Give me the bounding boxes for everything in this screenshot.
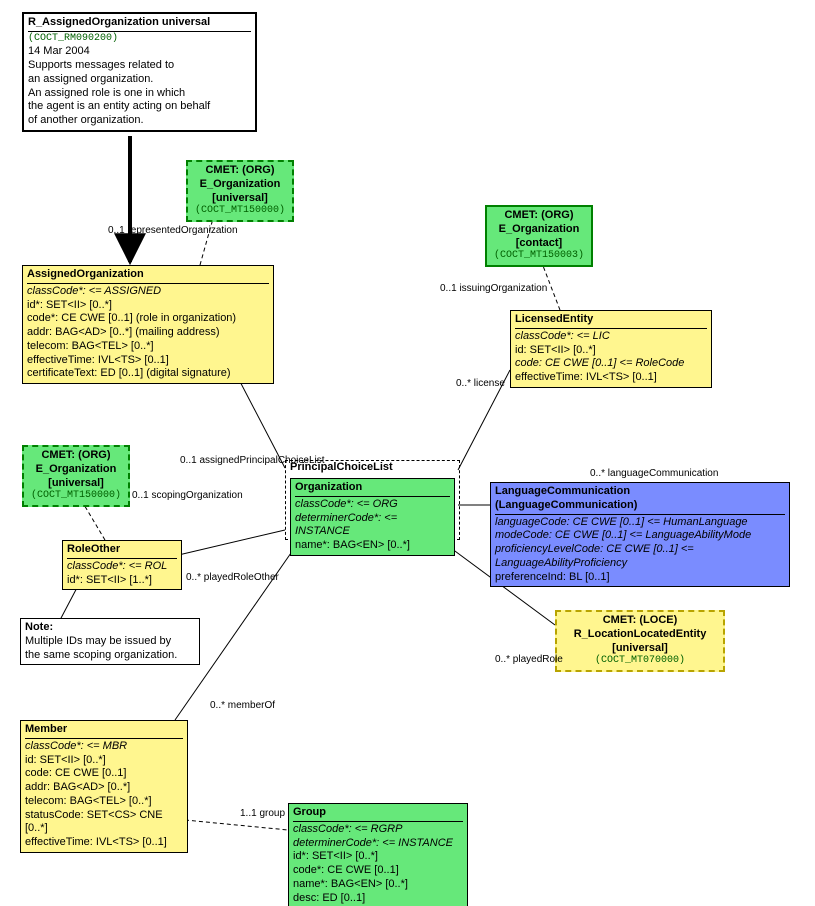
attr: languageCode: CE CWE [0..1] <= HumanLang… <box>495 516 748 528</box>
cmet-line: E_Organization <box>499 223 580 235</box>
member-title: Member <box>25 723 183 739</box>
attr: name*: BAG<EN> [0..*] <box>293 878 463 892</box>
cmet-id: (COCT_MT150003) <box>491 250 587 263</box>
cmet-eorg-universal-left: CMET: (ORG) E_Organization [universal] (… <box>22 445 130 507</box>
attr: effectiveTime: IVL<TS> [0..1] <box>27 354 269 368</box>
licensed-entity-box: LicensedEntity classCode*: <= LIC id: SE… <box>510 310 712 388</box>
entry-box: R_AssignedOrganization universal (COCT_R… <box>22 12 257 132</box>
assigned-organization-title: AssignedOrganization <box>27 268 269 284</box>
note-title: Note: <box>25 621 53 633</box>
attr: preferenceInd: BL [0..1] <box>495 571 785 585</box>
entry-title: R_AssignedOrganization universal <box>28 16 251 32</box>
assigned-organization-box: AssignedOrganization classCode*: <= ASSI… <box>22 265 274 384</box>
label-language-communication: 0..* languageCommunication <box>590 468 718 479</box>
label-license: 0..* license <box>456 378 505 389</box>
member-box: Member classCode*: <= MBR id: SET<II> [0… <box>20 720 188 853</box>
cmet-location-located-entity: CMET: (LOCE) R_LocationLocatedEntity [un… <box>555 610 725 672</box>
cmet-id: (COCT_MT070000) <box>561 655 719 668</box>
attr: determinerCode*: <= INSTANCE <box>293 837 453 849</box>
attr: effectiveTime: IVL<TS> [0..1] <box>25 836 183 850</box>
attr: id*: SET<II> [0..*] <box>27 299 269 313</box>
label-group: 1..1 group <box>240 808 285 819</box>
attr: determinerCode*: <= INSTANCE <box>295 512 397 538</box>
attr: classCode*: <= ORG <box>295 498 398 510</box>
attr: code*: CE CWE [0..1] (role in organizati… <box>27 312 269 326</box>
attr: code: CE CWE [0..1] <= RoleCode <box>515 357 684 369</box>
role-other-box: RoleOther classCode*: <= ROL id*: SET<II… <box>62 540 182 590</box>
langcomm-subtitle: (LanguageCommunication) <box>495 499 637 511</box>
entry-desc: the agent is an entity acting on behalf <box>28 100 251 114</box>
note-line: the same scoping organization. <box>25 649 195 663</box>
attr: proficiencyLevelCode: CE CWE [0..1] <= L… <box>495 543 694 569</box>
entry-desc: an assigned organization. <box>28 73 251 87</box>
cmet-line: CMET: (ORG) <box>205 164 274 176</box>
attr: classCode*: <= MBR <box>25 740 127 752</box>
attr: id: SET<II> [0..*] <box>25 754 183 768</box>
attr: name*: BAG<EN> [0..*] <box>295 539 450 553</box>
attr: addr: BAG<AD> [0..*] (mailing address) <box>27 326 269 340</box>
group-title: Group <box>293 806 463 822</box>
licensed-entity-title: LicensedEntity <box>515 313 707 329</box>
label-represented-organization: 0..1 representedOrganization <box>108 225 238 236</box>
organization-box: Organization classCode*: <= ORG determin… <box>290 478 455 556</box>
cmet-id: (COCT_MT150000) <box>28 490 124 503</box>
label-scoping-organization: 0..1 scopingOrganization <box>132 490 243 501</box>
note-line: Multiple IDs may be issued by <box>25 635 195 649</box>
entry-date: 14 Mar 2004 <box>28 45 251 59</box>
attr: id: SET<II> [0..*] <box>515 344 707 358</box>
attr: id*: SET<II> [1..*] <box>67 574 177 588</box>
organization-title: Organization <box>295 481 450 497</box>
attr: statusCode: SET<CS> CNE [0..*] <box>25 809 183 837</box>
cmet-line: [contact] <box>516 237 562 249</box>
role-other-title: RoleOther <box>67 543 177 559</box>
langcomm-title: LanguageCommunication <box>495 485 630 497</box>
entry-desc: An assigned role is one in which <box>28 87 251 101</box>
label-assigned-pcl: 0..1 assignedPrincipalChoiceList <box>180 455 325 466</box>
cmet-line: CMET: (LOCE) <box>603 614 678 626</box>
cmet-eorg-contact: CMET: (ORG) E_Organization [contact] (CO… <box>485 205 593 267</box>
attr: code*: CE CWE [0..1] <box>293 864 463 878</box>
cmet-line: E_Organization <box>200 178 281 190</box>
note-box: Note: Multiple IDs may be issued by the … <box>20 618 200 665</box>
attr: telecom: BAG<TEL> [0..*] <box>27 340 269 354</box>
attr: classCode*: <= ROL <box>67 560 167 572</box>
cmet-eorg-universal-top: CMET: (ORG) E_Organization [universal] (… <box>186 160 294 222</box>
attr: classCode*: <= RGRP <box>293 823 402 835</box>
attr: code: CE CWE [0..1] <box>25 767 183 781</box>
label-issuing-organization: 0..1 issuingOrganization <box>440 283 547 294</box>
label-played-role-other: 0..* playedRoleOther <box>186 572 279 583</box>
attr: modeCode: CE CWE [0..1] <= LanguageAbili… <box>495 529 751 541</box>
cmet-line: [universal] <box>48 477 104 489</box>
diagram-canvas: R_AssignedOrganization universal (COCT_R… <box>0 0 815 906</box>
cmet-line: CMET: (ORG) <box>504 209 573 221</box>
cmet-line: [universal] <box>612 642 668 654</box>
attr: classCode*: <= LIC <box>515 330 610 342</box>
group-box: Group classCode*: <= RGRP determinerCode… <box>288 803 468 906</box>
cmet-id: (COCT_MT150000) <box>192 205 288 218</box>
attr: addr: BAG<AD> [0..*] <box>25 781 183 795</box>
label-member-of: 0..* memberOf <box>210 700 275 711</box>
cmet-line: [universal] <box>212 192 268 204</box>
language-communication-box: LanguageCommunication (LanguageCommunica… <box>490 482 790 587</box>
attr: certificateText: ED [0..1] (digital sign… <box>27 367 269 381</box>
attr: telecom: BAG<TEL> [0..*] <box>25 795 183 809</box>
label-played-role: 0..* playedRole <box>495 654 563 665</box>
cmet-line: R_LocationLocatedEntity <box>574 628 707 640</box>
cmet-line: E_Organization <box>36 463 117 475</box>
attr: desc: ED [0..1] <box>293 892 463 906</box>
entry-desc: Supports messages related to <box>28 59 251 73</box>
attr: id*: SET<II> [0..*] <box>293 850 463 864</box>
cmet-line: CMET: (ORG) <box>41 449 110 461</box>
attr: classCode*: <= ASSIGNED <box>27 285 161 297</box>
attr: effectiveTime: IVL<TS> [0..1] <box>515 371 707 385</box>
entry-desc: of another organization. <box>28 114 251 128</box>
entry-id: (COCT_RM090200) <box>28 33 251 46</box>
